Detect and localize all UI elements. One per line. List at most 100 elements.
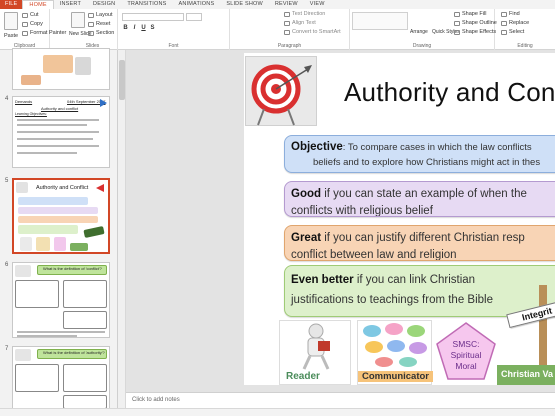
target-icon	[251, 64, 312, 126]
slide-thumbnail-7[interactable]: What is the definition of 'authority'?	[12, 346, 110, 410]
communicator-label: Communicator	[358, 371, 433, 382]
italic-button[interactable]: I	[131, 25, 138, 32]
tab-view[interactable]: VIEW	[304, 0, 331, 9]
great-line-1: Great if you can justify different Chris…	[291, 230, 555, 247]
slide-title[interactable]: Authority and Confli	[344, 77, 555, 108]
text-direction-button[interactable]: Text Direction	[284, 11, 325, 17]
slide-thumbnail-3[interactable]	[12, 48, 110, 90]
font-group: B I U S Font	[118, 9, 230, 50]
shapes-gallery[interactable]	[352, 12, 408, 30]
font-size-dropdown[interactable]	[186, 13, 202, 21]
reset-button[interactable]: Reset	[88, 21, 110, 27]
even-better-line-1: Even better if you can link Christian	[291, 270, 555, 290]
even-better-band[interactable]: Even better if you can link Christian ju…	[284, 265, 555, 317]
find-button[interactable]: Find	[501, 11, 520, 17]
slide-thumbnails-panel: 4 Demands 04th September 2017 Authority …	[0, 48, 118, 410]
section-button[interactable]: Section	[88, 30, 114, 36]
replace-button[interactable]: Replace	[501, 20, 529, 26]
format-painter-button[interactable]: Format Painter	[22, 30, 66, 36]
thumbnail-sign	[83, 226, 105, 238]
search-icon	[501, 11, 507, 17]
thumbnail-text-line	[17, 331, 105, 333]
tab-home[interactable]: HOME	[22, 0, 54, 9]
tab-review[interactable]: REVIEW	[269, 0, 304, 9]
even-better-label: Even better	[291, 274, 354, 286]
thumbnail-band	[18, 216, 98, 223]
shape-fill-button[interactable]: Shape Fill	[454, 11, 486, 17]
arrange-button[interactable]: Arrange	[410, 29, 428, 35]
great-band[interactable]: Great if you can justify different Chris…	[284, 225, 555, 261]
smsc-badge[interactable]: SMSC: Spiritual Moral	[435, 321, 497, 381]
tab-slide-show[interactable]: SLIDE SHOW	[220, 0, 269, 9]
thumbnail-objectives: Learning Objectives:	[15, 112, 47, 116]
thumbnail-scrollbar[interactable]	[118, 50, 126, 408]
underline-button[interactable]: U	[140, 25, 147, 32]
scrollbar-thumb[interactable]	[119, 60, 125, 100]
editing-label: Editing	[517, 43, 533, 49]
communicator-image[interactable]: Communicator	[357, 320, 433, 385]
thumbnail-band	[18, 207, 98, 214]
shape-outline-label: Shape Outline	[462, 20, 497, 26]
paste-button[interactable]: Paste	[4, 33, 18, 39]
shadow-button[interactable]: S	[149, 25, 156, 32]
objective-band[interactable]: Objective: To compare cases in which the…	[284, 135, 555, 173]
notes-pane[interactable]: Click to add notes	[126, 392, 555, 408]
slides-group: New Slide Layout Reset Section Slides	[68, 9, 118, 50]
smartart-icon	[284, 29, 290, 35]
slide-thumbnail-5[interactable]: Authority and Conflict	[12, 178, 110, 254]
reader-icon	[302, 323, 330, 370]
arrow-icon	[96, 184, 104, 192]
convert-smartart-button[interactable]: Convert to SmartArt	[284, 29, 341, 35]
select-button[interactable]: Select	[501, 29, 524, 35]
align-text-button[interactable]: Align Text	[284, 20, 316, 26]
thumbnail-box	[15, 364, 59, 392]
select-label: Select	[509, 29, 525, 35]
play-arrow-icon	[100, 99, 107, 107]
reader-image[interactable]: Reader	[279, 320, 351, 385]
shape-effects-button[interactable]: Shape Effects	[454, 29, 496, 35]
objective-label: Objective	[291, 141, 343, 153]
tab-insert[interactable]: INSERT	[54, 0, 87, 9]
font-label: Font	[168, 43, 179, 49]
layout-label: Layout	[96, 12, 113, 18]
font-name-dropdown[interactable]	[122, 13, 184, 21]
copy-label: Copy	[30, 21, 43, 27]
great-text-2: conflict between law and religion	[291, 249, 457, 261]
slide-thumbnail-6[interactable]: What is the definition of 'conflict'?	[12, 262, 110, 338]
shape-outline-button[interactable]: Shape Outline	[454, 20, 497, 26]
thumbnail-text-line	[17, 335, 77, 337]
new-slide-icon[interactable]	[71, 12, 85, 28]
notes-placeholder[interactable]: Click to add notes	[132, 397, 180, 403]
good-band[interactable]: Good if you can state an example of when…	[284, 181, 555, 217]
target-image[interactable]	[245, 56, 317, 126]
bold-button[interactable]: B	[122, 25, 129, 32]
thumbnail-title: Authority and Conflict	[36, 185, 89, 191]
layout-icon	[88, 12, 94, 18]
tab-file[interactable]: FILE	[0, 0, 23, 9]
current-slide[interactable]: Authority and Confli Objective: To compa…	[244, 53, 555, 385]
christian-values-label[interactable]: Christian Va	[497, 365, 555, 385]
signpost	[539, 285, 547, 365]
tab-animations[interactable]: ANIMATIONS	[173, 0, 221, 9]
section-icon	[88, 30, 94, 36]
thumbnail-band	[18, 197, 88, 205]
thumbnail-image	[20, 237, 32, 251]
smsc-text: SMSC: Spiritual Moral	[435, 339, 497, 372]
thumbnail-text-line	[17, 131, 99, 133]
tab-transitions[interactable]: TRANSITIONS	[121, 0, 172, 9]
thumbnail-image	[70, 243, 88, 251]
copy-button[interactable]: Copy	[22, 21, 43, 27]
paste-icon[interactable]	[4, 12, 18, 30]
ribbon: Paste Cut Copy Format Painter Clipboard …	[0, 9, 555, 50]
thumbnail-box	[63, 280, 107, 308]
brush-icon	[22, 30, 28, 36]
thumbnail-text-line	[17, 124, 87, 126]
layout-button[interactable]: Layout	[88, 12, 113, 18]
fill-icon	[454, 11, 460, 17]
good-line-1: Good if you can state an example of when…	[291, 186, 555, 203]
tab-design[interactable]: DESIGN	[87, 0, 121, 9]
slide-thumbnail-4[interactable]: Demands 04th September 2017 Authority an…	[12, 96, 110, 168]
cut-button[interactable]: Cut	[22, 12, 39, 18]
thumbnail-image	[36, 237, 50, 251]
thumbnail-text-line	[17, 138, 93, 140]
